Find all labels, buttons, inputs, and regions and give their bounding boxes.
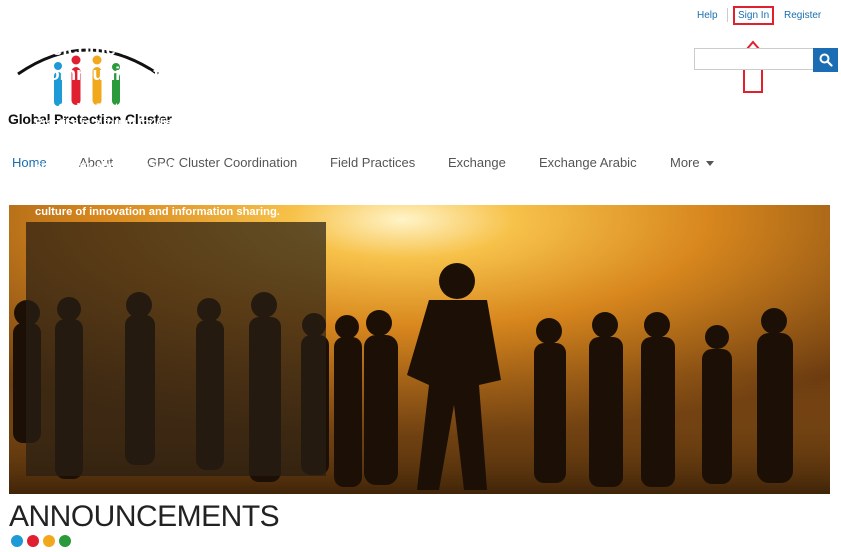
dot-icon	[27, 535, 39, 547]
divider	[727, 8, 728, 22]
dot-icon	[59, 535, 71, 547]
dot-icon	[43, 535, 55, 547]
search-input[interactable]	[694, 48, 813, 70]
nav-exchange-arabic[interactable]: Exchange Arabic	[539, 155, 637, 170]
hero-paragraph: This is a dedicated space for the GPC to…	[35, 191, 293, 218]
sign-in-link[interactable]: Sign In	[733, 6, 775, 25]
help-link[interactable]: Help	[697, 10, 718, 21]
hero-paragraph: The Global Protection Cluster's Communit…	[35, 102, 290, 172]
hero-title: Welcome to the GPC's Community of Practi…	[35, 38, 242, 84]
chevron-down-icon	[705, 161, 714, 167]
search-icon	[819, 53, 833, 67]
dot-icon	[11, 535, 23, 547]
nav-more[interactable]: More	[670, 155, 714, 170]
hero-banner	[9, 205, 830, 494]
announcements-heading: ANNOUNCEMENTS	[9, 500, 280, 533]
hero-text-panel	[26, 222, 326, 476]
nav-more-label: More	[670, 155, 700, 170]
register-link[interactable]: Register	[784, 10, 821, 21]
search-button[interactable]	[813, 48, 838, 72]
nav-field-practices[interactable]: Field Practices	[330, 155, 415, 170]
nav-exchange[interactable]: Exchange	[448, 155, 506, 170]
announcements-dots	[11, 534, 75, 552]
